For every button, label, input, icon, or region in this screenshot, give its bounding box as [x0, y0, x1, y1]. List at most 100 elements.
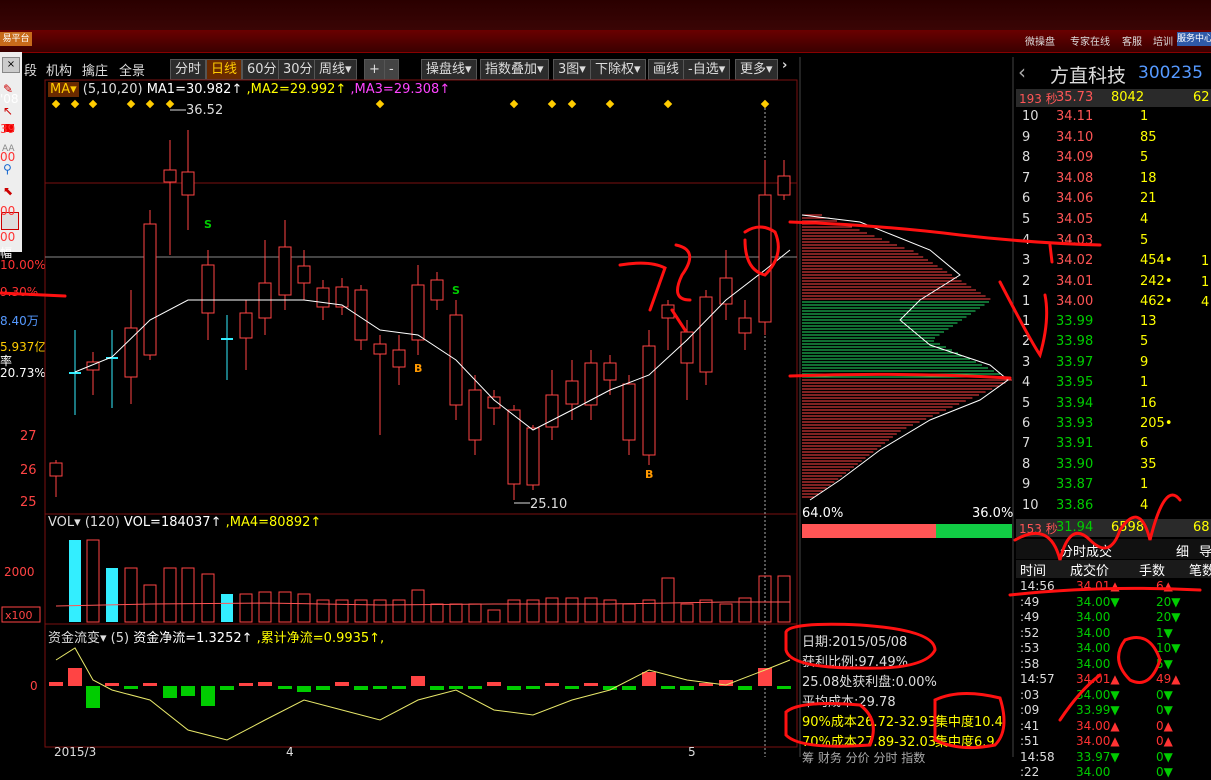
ma2-value: ,MA2=29.992↑	[246, 82, 347, 97]
tick-cell: 34.00▼	[1076, 687, 1120, 702]
candle-body-up	[239, 312, 253, 339]
fund-flow-bar	[201, 686, 215, 706]
bid-cell: 35	[1140, 456, 1157, 472]
bid-cell: 33.90	[1056, 456, 1094, 472]
tick-cell: 33.99▼	[1076, 703, 1120, 717]
ma-legend: MA▾ (5,10,20) MA1=30.982↑ ,MA2=29.992↑ ,…	[48, 82, 450, 97]
cost-panel-tabs[interactable]: 筹 财务 分价 分时 指数	[802, 749, 925, 766]
bid-summary-volume: 6598	[1111, 520, 1145, 535]
event-marker	[51, 99, 61, 109]
candle-body-up	[738, 317, 752, 334]
tick-row: :49 34.00▼ 20▼	[1016, 595, 1211, 610]
ask-row[interactable]: 1 34.00 462•	[1016, 294, 1211, 314]
volume-bar	[181, 567, 195, 623]
profit-line: 25.08处获利盘:0.00%	[802, 675, 937, 690]
candle-body-up	[603, 362, 617, 381]
bid-row[interactable]: 2 33.98 5	[1016, 334, 1211, 354]
candle-body-up	[642, 345, 656, 456]
tab-trade-detail[interactable]: 分时成交	[1060, 541, 1112, 560]
tick-cell: :41	[1020, 718, 1040, 733]
volume-bar	[777, 575, 791, 623]
bid-cell: 3	[1022, 354, 1031, 370]
tick-row: :52 34.00 1▼	[1016, 626, 1211, 641]
volume-bar	[163, 567, 177, 623]
ask-cell: 2	[1022, 273, 1031, 289]
bid-cell: 10	[1022, 497, 1039, 513]
service-center-button[interactable]: 服务中心	[1177, 32, 1211, 46]
bid-cell: 33.87	[1056, 477, 1094, 493]
ask-summary-price: 35.73	[1056, 90, 1094, 105]
fund-flow-bar	[680, 686, 694, 690]
profit-ratio: 获利比例:97.49%	[802, 655, 908, 670]
bid-row[interactable]: 1 33.99 13	[1016, 314, 1211, 334]
ask-cell: 10	[1022, 109, 1039, 124]
tick-cell: 34.00▲	[1076, 734, 1120, 748]
tick-cell: :51	[1020, 734, 1040, 748]
y-tick-label: 27	[20, 429, 37, 444]
y-tick-label: 25	[20, 495, 37, 510]
fund-flow-dropdown[interactable]: 资金流变▾	[48, 631, 107, 646]
bid-row[interactable]: 8 33.90 35	[1016, 457, 1211, 477]
ask-row[interactable]: 10 34.11 1	[1016, 109, 1211, 129]
volume-bar	[622, 603, 636, 623]
menu-link-support[interactable]: 客服	[1122, 33, 1142, 48]
profit-bar-red	[802, 524, 936, 538]
tick-row: 14:57 34.01▲ 49▲	[1016, 672, 1211, 687]
bid-row[interactable]: 4 33.95 1	[1016, 375, 1211, 395]
menu-link-training[interactable]: 培训	[1153, 33, 1173, 48]
fund-flow-period: (5)	[110, 631, 130, 646]
event-marker	[126, 99, 136, 109]
tick-row: 14:56 34.01▲ 6▲	[1016, 579, 1211, 594]
volume-bar	[69, 540, 81, 622]
menu-link-trading[interactable]: 微操盘	[1025, 33, 1055, 48]
candle-body-up	[392, 349, 406, 368]
ask-row[interactable]: 8 34.09 5	[1016, 150, 1211, 170]
bid-summary-price: 31.94	[1056, 520, 1094, 535]
ask-row[interactable]: 7 34.08 18	[1016, 171, 1211, 191]
bid-cell: 1	[1022, 314, 1031, 329]
ask-cell: 34.05	[1056, 212, 1094, 227]
fund-flow-bar	[526, 686, 540, 689]
tick-cell: 14:56	[1020, 579, 1055, 593]
ask-row[interactable]: 9 34.10 85	[1016, 130, 1211, 150]
fund-flow-bar	[143, 683, 157, 686]
bid-row[interactable]: 9 33.87 1	[1016, 477, 1211, 497]
ask-row[interactable]: 5 34.05 4	[1016, 212, 1211, 232]
bid-row[interactable]: 10 33.86 4	[1016, 498, 1211, 518]
tab-detail[interactable]: 细	[1176, 541, 1189, 560]
low-label: 25.10	[530, 497, 567, 512]
tick-row: :22 34.00 0▼	[1016, 765, 1211, 780]
fund-flow-legend: 资金流变▾ (5) 资金净流=1.3252↑ ,累计净流=0.9935↑,	[48, 627, 384, 646]
bid-row[interactable]: 7 33.91 6	[1016, 436, 1211, 456]
candle-body-up	[584, 362, 598, 406]
volume-bar	[430, 603, 444, 623]
chip-outline	[801, 214, 1009, 501]
candle-body-up	[565, 380, 579, 405]
volume-period: (120)	[84, 515, 120, 530]
volume-bar	[335, 599, 349, 623]
tick-cell: 34.00	[1076, 641, 1111, 655]
menu-link-expert[interactable]: 专家在线	[1070, 33, 1110, 48]
signal-label: B	[645, 468, 653, 481]
ask-row[interactable]: 3 34.02 454•	[1016, 253, 1211, 273]
bid-summary-row: 153 秒 31.94 6598 68	[1016, 519, 1211, 537]
back-arrow-icon[interactable]: ‹	[1018, 60, 1026, 84]
tab-guide[interactable]: 导	[1199, 541, 1211, 560]
bid-row[interactable]: 3 33.97 9	[1016, 355, 1211, 375]
volume-indicator-dropdown[interactable]: VOL▾	[48, 515, 81, 530]
bid-row[interactable]: 5 33.94 16	[1016, 396, 1211, 416]
volume-bar	[719, 603, 733, 623]
ask-row[interactable]: 4 34.03 5	[1016, 233, 1211, 253]
ask-row[interactable]: 2 34.01 242•	[1016, 274, 1211, 294]
fund-flow-bar	[758, 668, 772, 686]
candle-body-up	[181, 171, 195, 196]
stock-code: 300235	[1138, 63, 1203, 83]
fund-flow-bar	[661, 686, 675, 689]
ask-row[interactable]: 6 34.06 21	[1016, 191, 1211, 211]
tick-row: :49 34.00 20▼	[1016, 610, 1211, 625]
bid-row[interactable]: 6 33.93 205•	[1016, 416, 1211, 436]
ask-cell: 6	[1022, 191, 1031, 207]
volume-bar	[297, 593, 311, 623]
ma-indicator-dropdown[interactable]: MA▾	[48, 82, 79, 97]
bid-cell: 205•	[1140, 416, 1173, 431]
